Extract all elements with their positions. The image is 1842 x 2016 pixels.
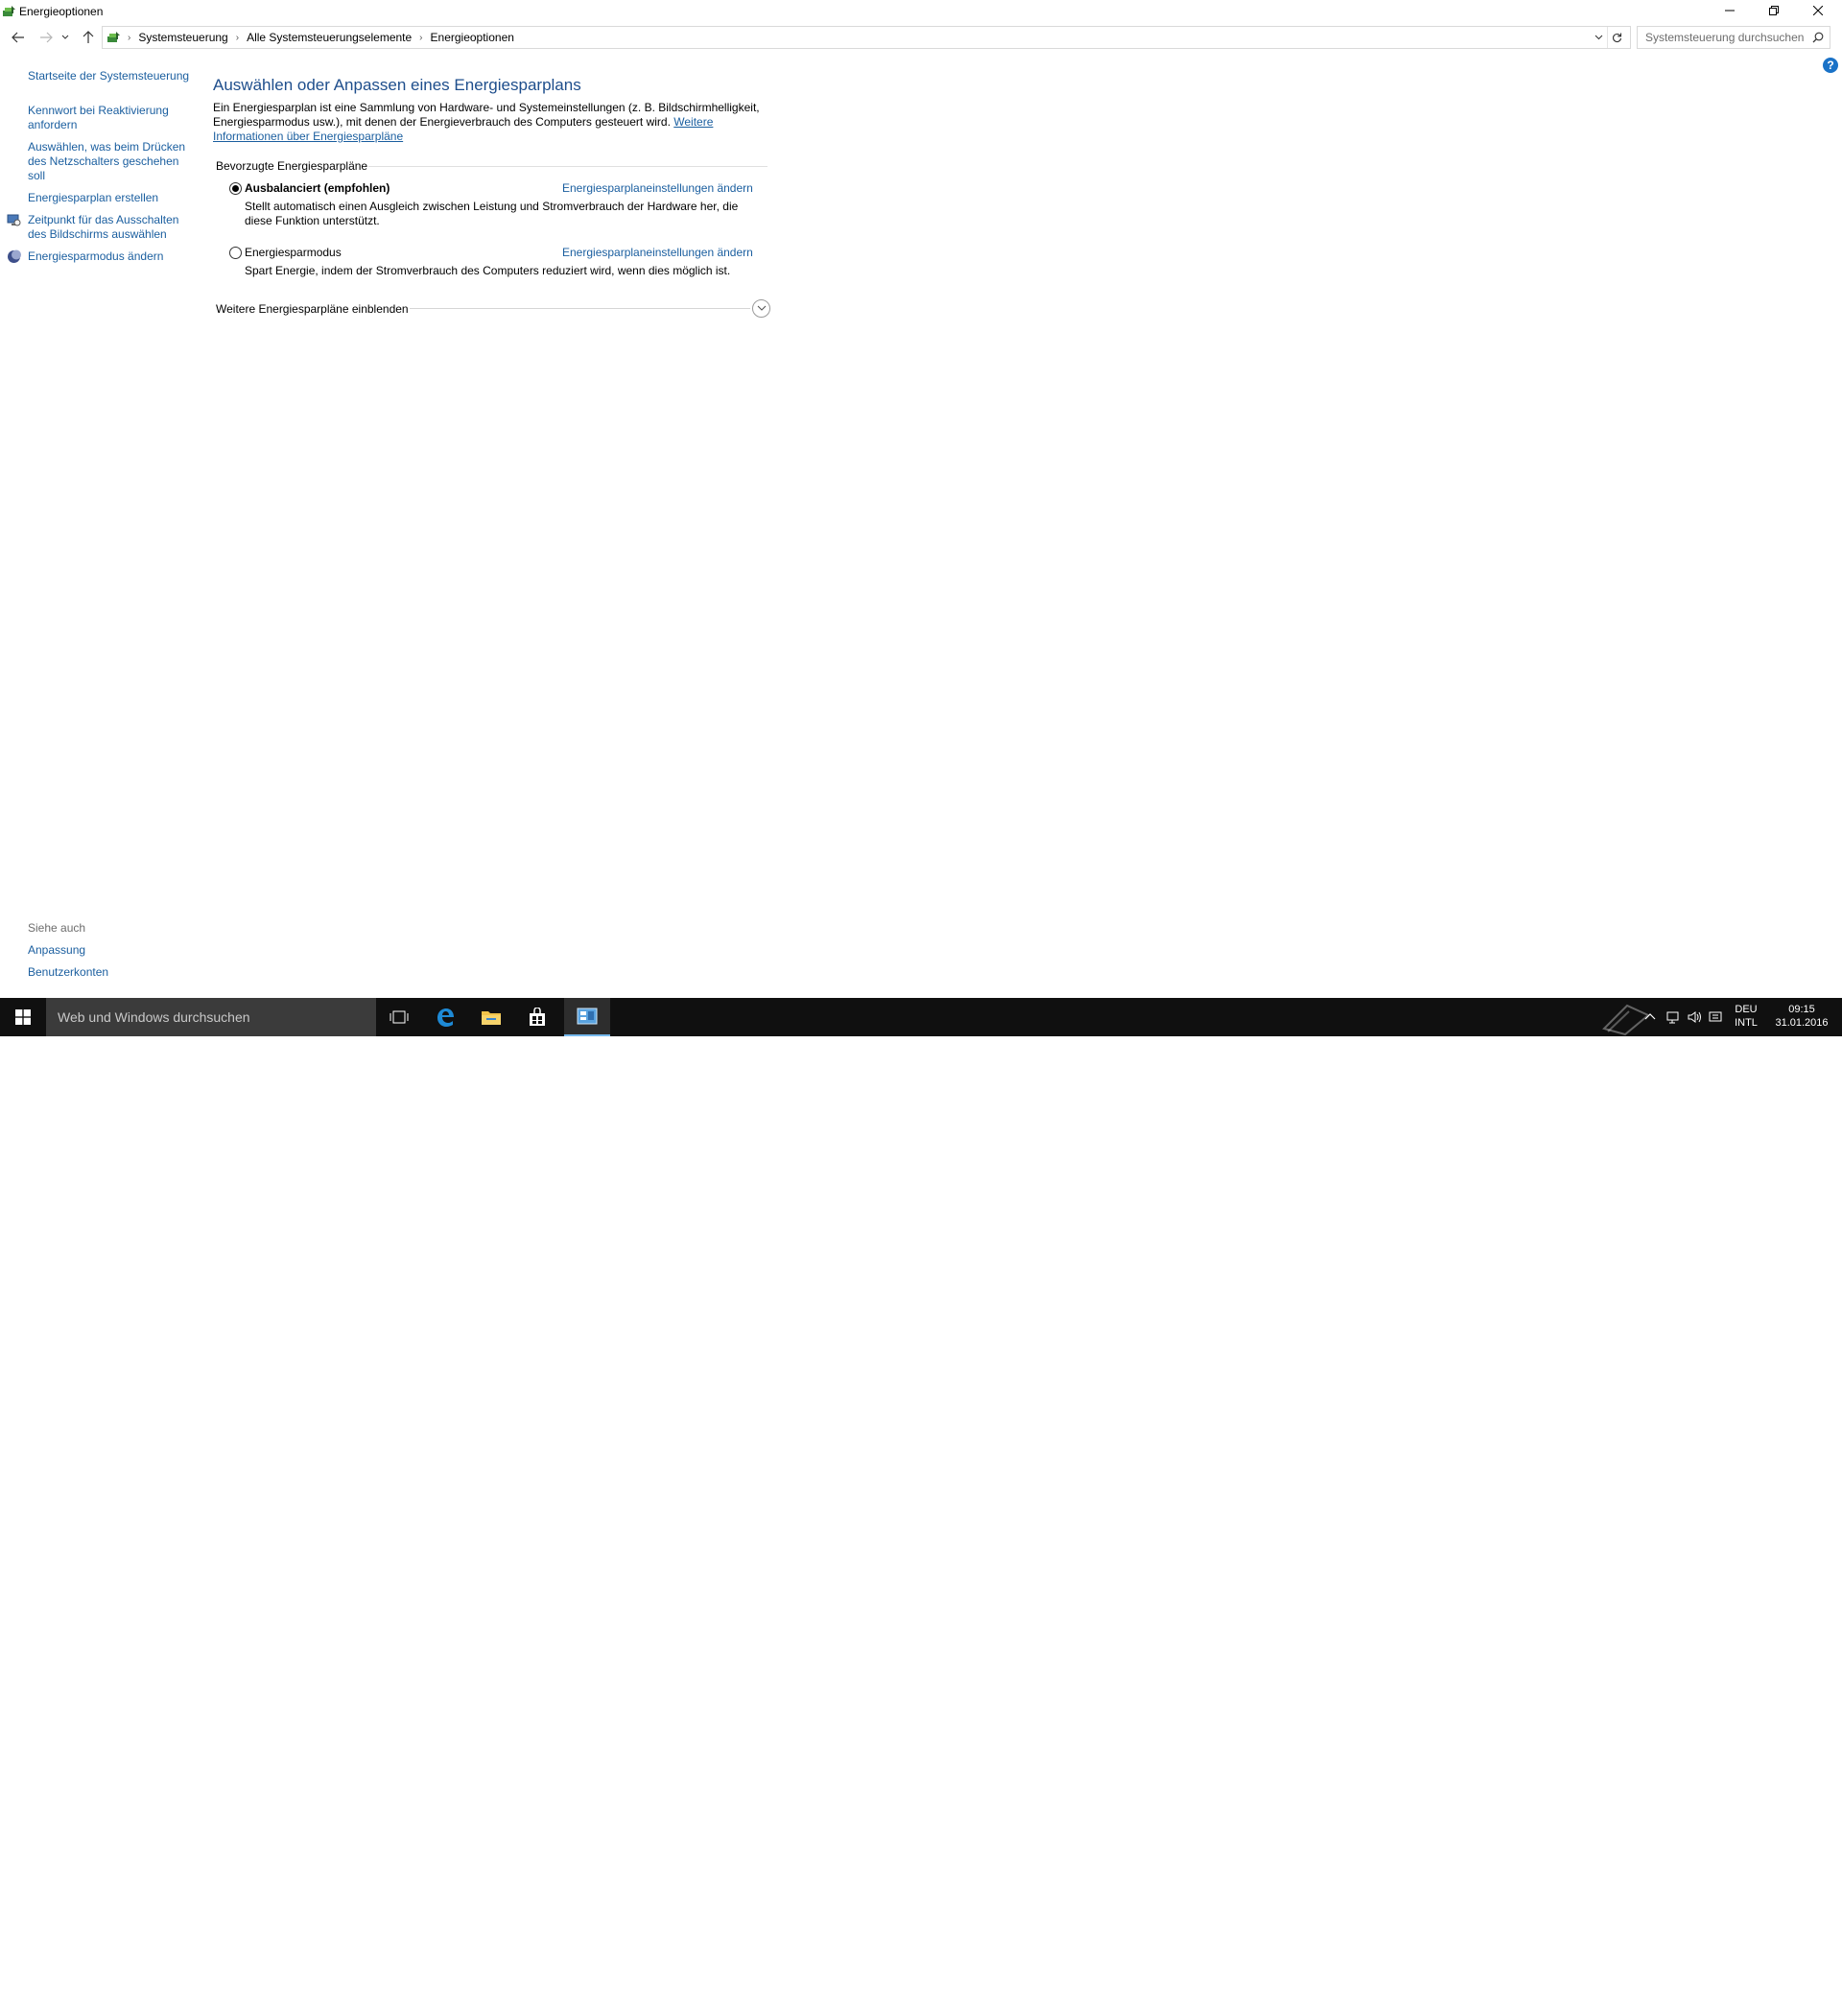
language-label: DEU bbox=[1735, 1004, 1758, 1015]
radio-selected-dot bbox=[232, 185, 239, 192]
refresh-icon bbox=[1613, 33, 1622, 42]
preferred-plans-heading: Bevorzugte Energiesparpläne bbox=[216, 159, 368, 173]
link-bildschirm-ausschalten[interactable]: Zeitpunkt für das Ausschalten des Bildsc… bbox=[28, 213, 191, 242]
input-language[interactable]: DEU INTL bbox=[1727, 1003, 1765, 1030]
chevron-down-icon bbox=[757, 305, 766, 311]
power-options-icon bbox=[107, 32, 120, 42]
intro-text: Ein Energiesparplan ist eine Sammlung vo… bbox=[213, 101, 769, 144]
clock[interactable]: 09:15 31.01.2016 bbox=[1767, 1003, 1836, 1030]
link-energiesparmodus-aendern[interactable]: Energiesparmodus ändern bbox=[28, 249, 191, 264]
plan-description-energiesparmodus: Spart Energie, indem der Stromverbrauch … bbox=[245, 264, 731, 277]
up-button[interactable] bbox=[79, 28, 98, 47]
title-bar: Energieoptionen bbox=[0, 0, 1842, 23]
help-button[interactable]: ? bbox=[1823, 58, 1838, 73]
taskbar: Web und Windows durchsuchen The Collecti… bbox=[0, 998, 1842, 2016]
close-icon bbox=[1812, 6, 1823, 15]
search-box[interactable] bbox=[1637, 26, 1830, 49]
chevron-down-icon bbox=[1594, 35, 1602, 40]
search-icon[interactable] bbox=[1812, 32, 1824, 43]
link-benutzerkonten[interactable]: Benutzerkonten bbox=[28, 965, 108, 979]
breadcrumb-alle-elemente[interactable]: Alle Systemsteuerungselemente bbox=[241, 31, 417, 44]
plan-settings-link-energiesparmodus[interactable]: Energiesparplaneinstellungen ändern bbox=[562, 246, 753, 259]
link-netzschalter[interactable]: Auswählen, was beim Drücken des Netzscha… bbox=[28, 140, 191, 183]
control-panel-button[interactable] bbox=[564, 998, 610, 1036]
start-button[interactable] bbox=[0, 998, 46, 1036]
back-button[interactable] bbox=[9, 28, 28, 47]
radio-ausbalanciert[interactable] bbox=[229, 182, 242, 195]
page-title: Auswählen oder Anpassen eines Energiespa… bbox=[213, 76, 581, 94]
edge-icon bbox=[437, 1008, 454, 1027]
chevron-right-icon: › bbox=[128, 32, 131, 43]
minimize-button[interactable] bbox=[1708, 0, 1751, 21]
volume-icon[interactable] bbox=[1687, 1009, 1702, 1025]
clock-time: 09:15 bbox=[1788, 1004, 1815, 1015]
search-input[interactable] bbox=[1638, 27, 1808, 48]
edge-button[interactable] bbox=[422, 998, 468, 1036]
store-button[interactable] bbox=[514, 998, 560, 1036]
chevron-right-icon: › bbox=[419, 32, 423, 43]
watermark-text: The Collection Book bbox=[1658, 1998, 1815, 2016]
group-divider bbox=[368, 166, 768, 167]
plan-name-energiesparmodus[interactable]: Energiesparmodus bbox=[245, 246, 342, 259]
forward-button[interactable] bbox=[36, 28, 56, 47]
taskbar-search-placeholder: Web und Windows durchsuchen bbox=[58, 1009, 250, 1025]
keyboard-layout-label: INTL bbox=[1735, 1017, 1758, 1029]
chevron-up-icon[interactable] bbox=[1642, 1009, 1658, 1025]
file-explorer-button[interactable] bbox=[468, 998, 514, 1036]
monitor-icon bbox=[7, 214, 21, 226]
taskbar-search[interactable]: Web und Windows durchsuchen bbox=[46, 998, 376, 1036]
link-kennwort-reaktivierung[interactable]: Kennwort bei Reaktivierung anfordern bbox=[28, 104, 191, 132]
breadcrumb-energieoptionen[interactable]: Energieoptionen bbox=[425, 31, 520, 44]
address-dropdown-button[interactable] bbox=[1592, 31, 1605, 44]
action-center-icon[interactable] bbox=[1708, 1009, 1723, 1025]
address-bar[interactable]: › Systemsteuerung › Alle Systemsteuerung… bbox=[102, 26, 1631, 49]
expand-more-plans-button[interactable] bbox=[752, 299, 770, 318]
link-startseite[interactable]: Startseite der Systemsteuerung bbox=[28, 69, 191, 83]
restore-icon bbox=[1768, 6, 1779, 15]
clock-date: 31.01.2016 bbox=[1775, 1017, 1829, 1029]
minimize-icon bbox=[1724, 10, 1735, 12]
refresh-button[interactable] bbox=[1607, 27, 1626, 48]
file-explorer-icon bbox=[482, 1011, 501, 1025]
plan-description-ausbalanciert: Stellt automatisch einen Ausgleich zwisc… bbox=[245, 200, 739, 227]
store-icon bbox=[530, 1008, 545, 1026]
network-icon[interactable] bbox=[1665, 1009, 1681, 1025]
window-title: Energieoptionen bbox=[19, 5, 104, 18]
task-view-icon bbox=[390, 1010, 409, 1024]
link-anpassung[interactable]: Anpassung bbox=[28, 943, 85, 957]
task-view-button[interactable] bbox=[376, 998, 422, 1036]
recent-locations-button[interactable] bbox=[59, 28, 71, 47]
arrow-up-icon bbox=[83, 31, 94, 43]
radio-energiesparmodus[interactable] bbox=[229, 247, 242, 259]
breadcrumb-systemsteuerung[interactable]: Systemsteuerung bbox=[132, 31, 233, 44]
plan-settings-link-ausbalanciert[interactable]: Energiesparplaneinstellungen ändern bbox=[562, 181, 753, 195]
restore-button[interactable] bbox=[1752, 0, 1795, 21]
question-icon: ? bbox=[1827, 59, 1834, 72]
arrow-left-icon bbox=[12, 32, 24, 43]
show-more-plans[interactable]: Weitere Energiesparpläne einblenden bbox=[216, 302, 409, 316]
power-options-icon bbox=[3, 6, 15, 16]
chevron-down-icon bbox=[61, 35, 69, 39]
breadcrumb: › Systemsteuerung › Alle Systemsteuerung… bbox=[106, 27, 520, 48]
link-energiesparplan-erstellen[interactable]: Energiesparplan erstellen bbox=[28, 191, 191, 205]
plan-name-ausbalanciert[interactable]: Ausbalanciert (empfohlen) bbox=[245, 181, 390, 195]
close-button[interactable] bbox=[1796, 0, 1839, 21]
navigation-bar: › Systemsteuerung › Alle Systemsteuerung… bbox=[0, 25, 1842, 50]
moon-icon bbox=[8, 249, 21, 263]
control-panel-icon bbox=[577, 1008, 598, 1025]
windows-logo-icon bbox=[15, 1009, 31, 1025]
chevron-right-icon: › bbox=[235, 32, 240, 43]
more-plans-divider bbox=[410, 308, 750, 309]
arrow-right-icon bbox=[40, 32, 53, 43]
see-also-heading: Siehe auch bbox=[28, 921, 86, 935]
